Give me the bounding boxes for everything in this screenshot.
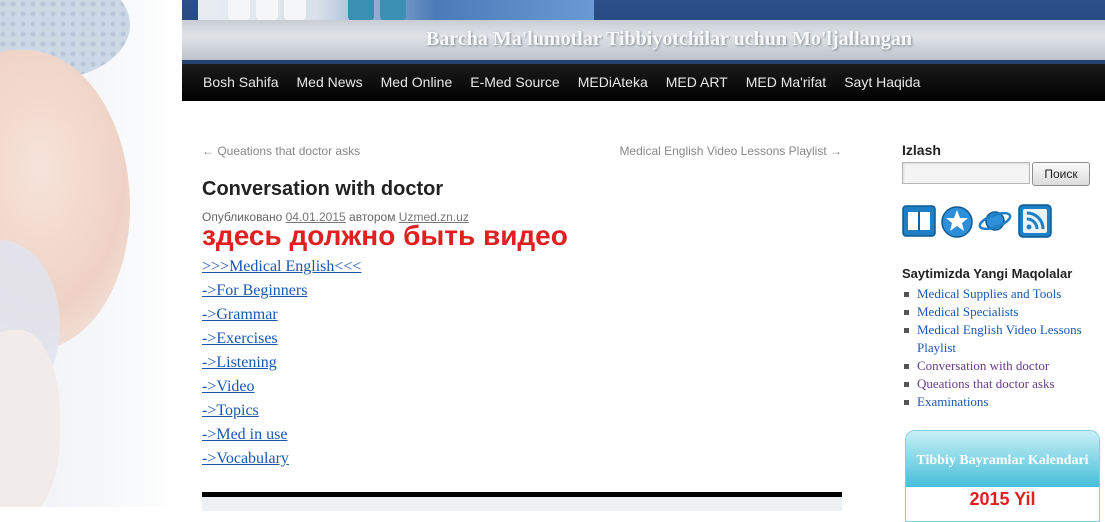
link-medical-english[interactable]: >>>Medical English<<< — [202, 255, 361, 279]
link-for-beginners[interactable]: ->For Beginners — [202, 279, 361, 303]
link-exercises[interactable]: ->Exercises — [202, 327, 361, 351]
video-player-area[interactable] — [202, 497, 842, 511]
doctor-figure — [256, 0, 278, 20]
link-video[interactable]: ->Video — [202, 375, 361, 399]
doctor-figure — [348, 0, 374, 22]
doctor-figure — [284, 0, 306, 20]
prev-post-link[interactable]: ← Queations that doctor asks — [202, 144, 360, 158]
list-item: Medical Specialists — [902, 303, 1105, 321]
search-form: Поиск — [902, 162, 1105, 188]
nav-item-med-online[interactable]: Med Online — [372, 64, 462, 101]
nav-item-sayt-haqida[interactable]: Sayt Haqida — [835, 64, 929, 101]
planet-icon[interactable] — [978, 204, 1012, 238]
background-decoration — [0, 0, 182, 507]
recent-post-link[interactable]: Medical Specialists — [917, 304, 1018, 319]
nav-item-mediateka[interactable]: MEDiAteka — [569, 64, 657, 101]
rss-icon[interactable] — [1018, 204, 1052, 238]
video-placeholder-note: здесь должно быть видео — [202, 220, 568, 251]
next-post-link[interactable]: Medical English Video Lessons Playlist → — [619, 144, 842, 158]
recent-post-link[interactable]: Medical Supplies and Tools — [917, 286, 1061, 301]
search-button[interactable]: Поиск — [1032, 162, 1090, 186]
recent-posts-heading: Saytimizda Yangi Maqolalar — [902, 266, 1073, 281]
banner-text: Barcha Ma'lumotlar Tibbiyotchilar uchun … — [426, 28, 913, 50]
link-topics[interactable]: ->Topics — [202, 399, 361, 423]
list-item: Medical English Video Lessons Playlist — [902, 321, 1105, 357]
main-nav: Bosh Sahifa Med News Med Online E-Med Sourc… — [182, 64, 1105, 101]
site-banner: Barcha Ma'lumotlar Tibbiyotchilar uchun … — [182, 0, 1105, 64]
recent-post-link[interactable]: Conversation with doctor — [917, 358, 1049, 373]
list-item: Conversation with doctor — [902, 357, 1105, 375]
post-link-list: >>>Medical English<<< ->For Beginners ->… — [202, 255, 361, 471]
link-grammar[interactable]: ->Grammar — [202, 303, 361, 327]
nav-item-med-art[interactable]: MED ART — [657, 64, 737, 101]
post-title: Conversation with doctor — [202, 178, 444, 200]
nav-item-e-med-source[interactable]: E-Med Source — [461, 64, 568, 101]
recent-post-link[interactable]: Queations that doctor asks — [917, 376, 1055, 391]
recent-post-link[interactable]: Examinations — [917, 394, 989, 409]
post-content: ← Queations that doctor asks Medical Eng… — [202, 130, 842, 511]
nav-item-bosh-sahifa[interactable]: Bosh Sahifa — [194, 64, 288, 101]
page: Barcha Ma'lumotlar Tibbiyotchilar uchun … — [182, 0, 1105, 522]
book-icon[interactable] — [902, 204, 936, 238]
doctor-figure — [228, 0, 250, 20]
list-item: Examinations — [902, 393, 1105, 411]
nav-item-med-news[interactable]: Med News — [288, 64, 372, 101]
search-title: Izlash — [902, 142, 941, 158]
post-navigation: ← Queations that doctor asks Medical Eng… — [202, 130, 842, 158]
nav-item-med-marifat[interactable]: MED Ma'rifat — [737, 64, 835, 101]
list-item: Queations that doctor asks — [902, 375, 1105, 393]
link-med-in-use[interactable]: ->Med in use — [202, 423, 361, 447]
recent-post-link[interactable]: Medical English Video Lessons Playlist — [917, 322, 1082, 355]
link-listening[interactable]: ->Listening — [202, 351, 361, 375]
social-icons — [902, 204, 1105, 244]
recent-posts-list: Medical Supplies and Tools Medical Speci… — [902, 285, 1105, 411]
search-input[interactable] — [902, 162, 1030, 184]
star-globe-icon[interactable] — [940, 204, 974, 238]
doctor-figure — [380, 0, 406, 22]
sidebar: Izlash Поиск Saytimizda Yangi Maqolalar … — [902, 140, 1105, 411]
link-vocabulary[interactable]: ->Vocabulary — [202, 447, 361, 471]
list-item: Medical Supplies and Tools — [902, 285, 1105, 303]
calendar-title: Tibbiy Bayramlar Kalendari — [906, 431, 1099, 487]
holiday-calendar-widget: Tibbiy Bayramlar Kalendari 2015 Yil — [905, 430, 1100, 522]
